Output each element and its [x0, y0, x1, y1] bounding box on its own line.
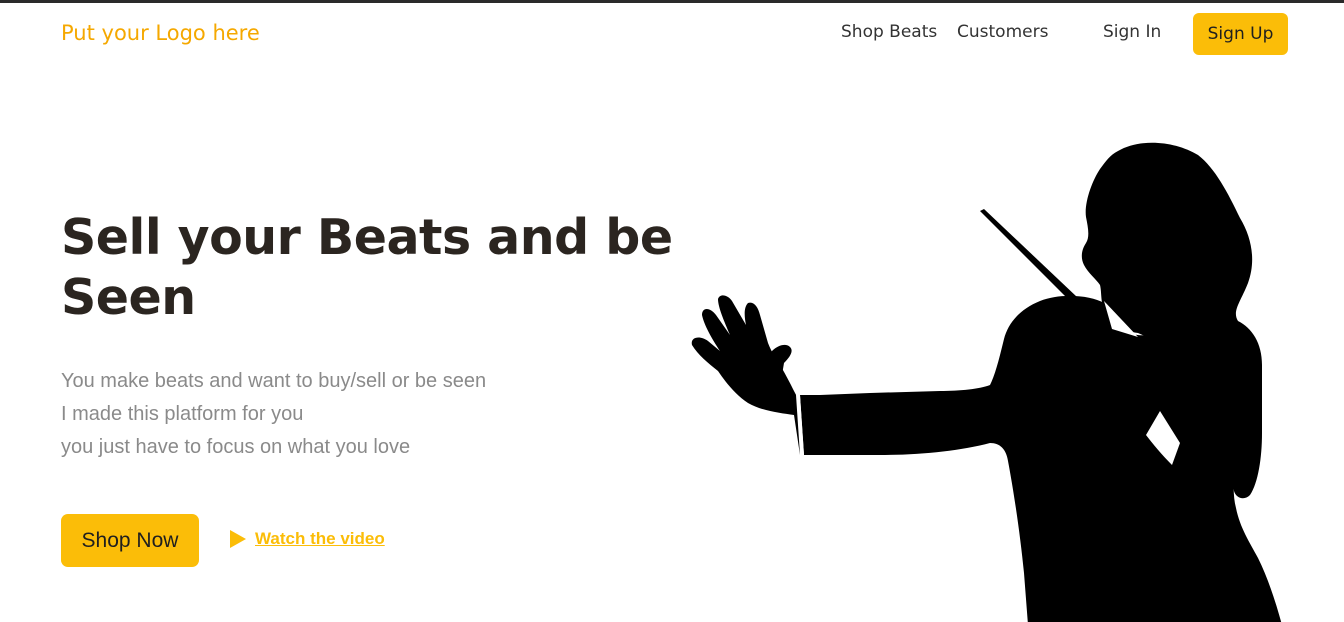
sign-up-button[interactable]: Sign Up — [1193, 13, 1288, 55]
hero-subtext-line: you just have to focus on what you love — [61, 436, 411, 458]
shop-now-button[interactable]: Shop Now — [61, 514, 199, 567]
logo[interactable]: Put your Logo here — [61, 21, 260, 45]
hero-subtext-line: I made this platform for you — [61, 403, 304, 425]
watch-video-link[interactable]: Watch the video — [230, 529, 385, 549]
play-icon — [230, 530, 246, 548]
nav-customers[interactable]: Customers — [957, 22, 1048, 42]
nav-shop-beats[interactable]: Shop Beats — [841, 22, 937, 42]
sign-in-link[interactable]: Sign In — [1103, 22, 1161, 42]
hero-subtext: You make beats and want to buy/sell or b… — [61, 365, 486, 464]
hero-subtext-line: You make beats and want to buy/sell or b… — [61, 370, 487, 392]
watch-video-label: Watch the video — [255, 529, 385, 548]
hero-headline: Sell your Beats and be Seen — [61, 209, 673, 326]
conductor-silhouette-icon — [691, 142, 1282, 622]
